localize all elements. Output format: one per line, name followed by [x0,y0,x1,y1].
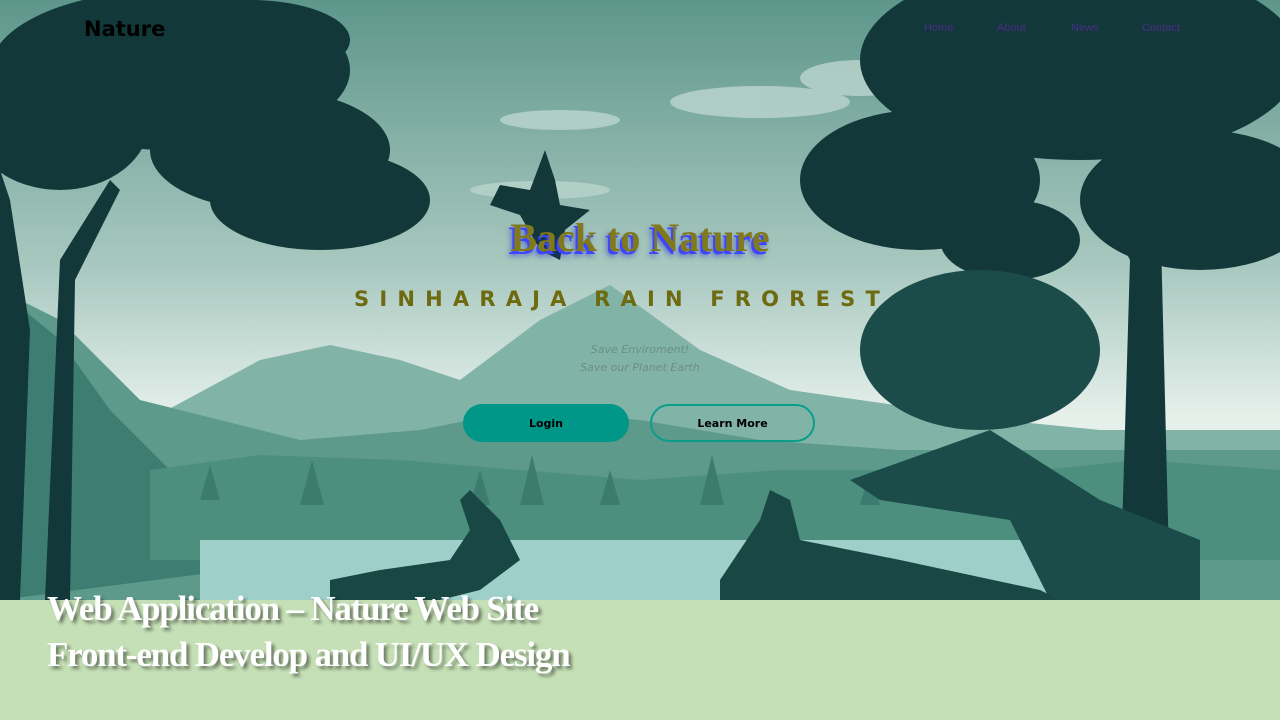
nav-link-contact[interactable]: Contact [1142,22,1180,34]
site-logo[interactable]: Nature [84,17,165,41]
nav-link-about[interactable]: About [997,22,1026,34]
hero-tagline-2: Save our Planet Earth [580,361,700,374]
hero-subtitle: SINHARAJA RAIN FROREST [354,287,890,311]
nav-link-home[interactable]: Home [924,22,953,34]
website-screenshot: Nature Home About News Contact Back to N… [0,0,1280,600]
caption-line-2: Front-end Develop and UI/UX Design [47,635,571,674]
login-button[interactable]: Login [463,404,629,442]
hero-tagline-1: Save Enviroment! [590,343,690,356]
learn-more-button[interactable]: Learn More [650,404,815,442]
nav-link-news[interactable]: News [1071,22,1099,34]
slide-caption: Web Application – Nature Web Site Front-… [47,586,571,678]
caption-line-1: Web Application – Nature Web Site [47,589,539,628]
hero-title: Back to Nature [510,215,770,260]
